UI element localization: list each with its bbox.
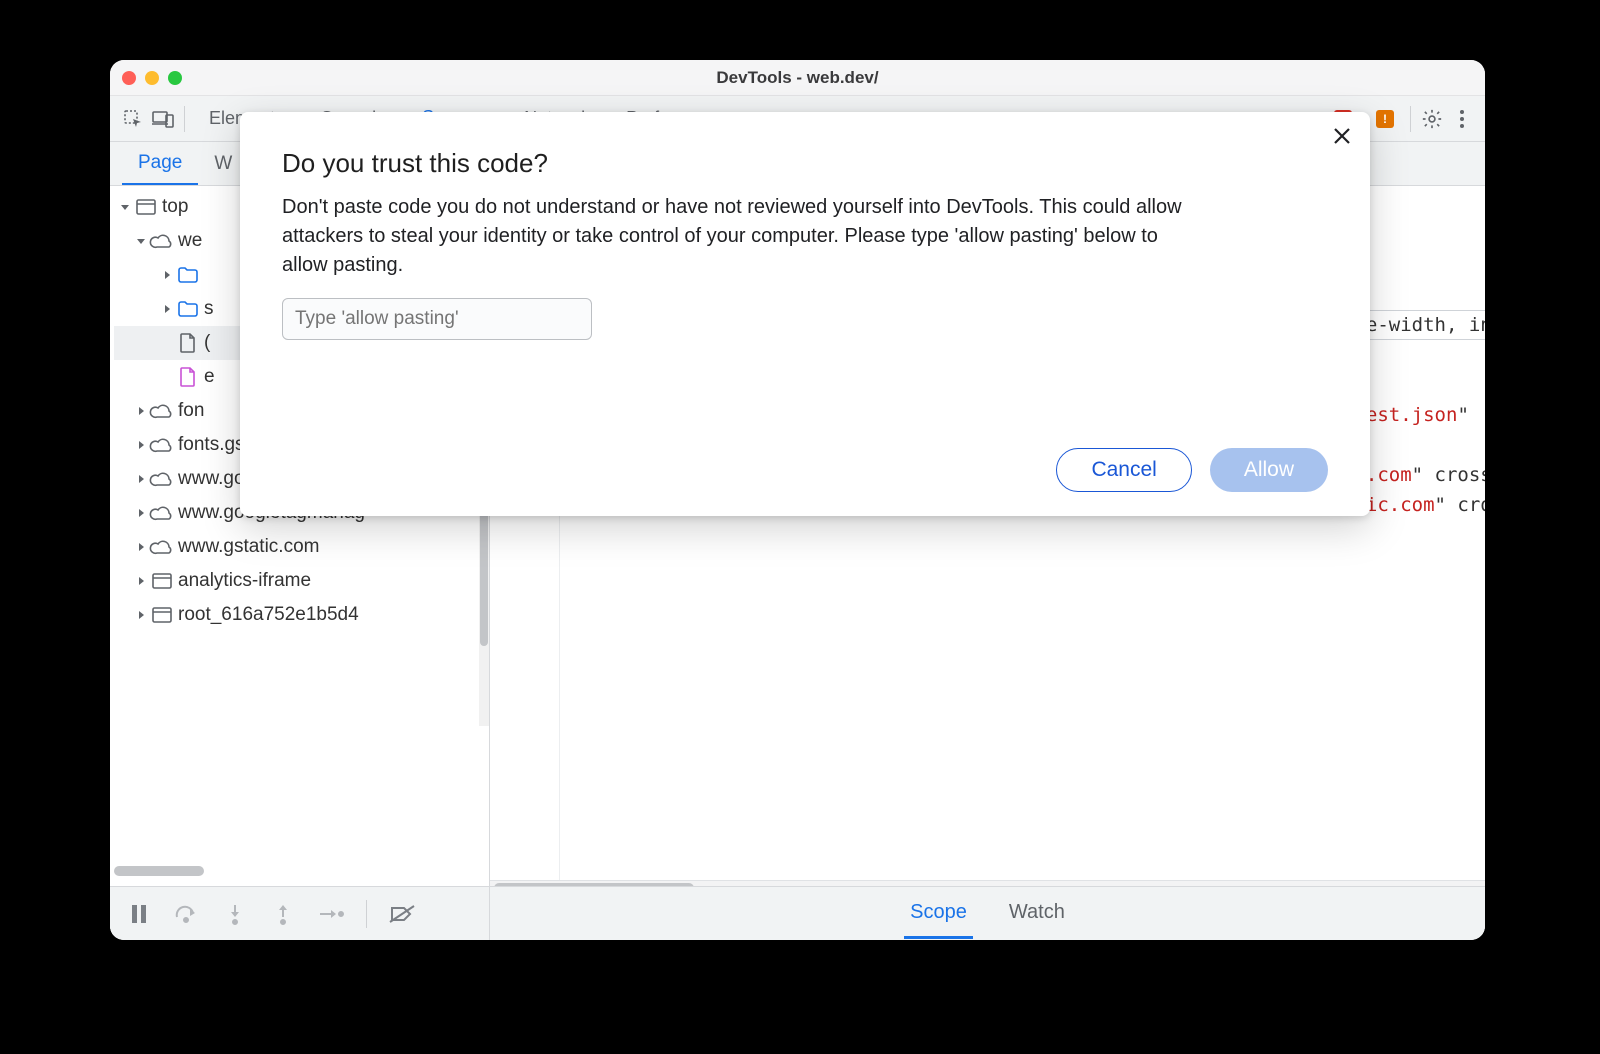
separator	[184, 106, 185, 132]
devtools-window: DevTools - web.dev/ Elements Console Sou…	[110, 60, 1485, 940]
disclosure-triangle-icon[interactable]	[136, 610, 146, 620]
window-icon	[152, 605, 172, 625]
tree-label: top	[162, 196, 188, 218]
dialog-close-icon[interactable]	[1328, 122, 1356, 150]
cloud-icon	[152, 435, 172, 455]
file-icon	[178, 333, 198, 353]
kebab-menu-icon[interactable]	[1447, 104, 1477, 134]
disclosure-triangle-icon[interactable]	[136, 474, 146, 484]
window-icon	[136, 197, 156, 217]
subtab-page[interactable]: Page	[122, 142, 198, 185]
device-toolbar-icon[interactable]	[148, 104, 178, 134]
titlebar: DevTools - web.dev/	[110, 60, 1485, 96]
disclosure-triangle-icon[interactable]	[136, 236, 146, 246]
debug-toolbar: Scope Watch	[110, 886, 1485, 940]
tree-label: e	[204, 366, 215, 388]
tree-row[interactable]: www.gstatic.com	[114, 530, 489, 564]
disclosure-triangle-icon[interactable]	[162, 372, 172, 382]
disclosure-triangle-icon[interactable]	[162, 270, 172, 280]
disclosure-triangle-icon[interactable]	[136, 508, 146, 518]
warning-badge[interactable]: !	[1376, 110, 1398, 128]
disclosure-triangle-icon[interactable]	[162, 338, 172, 348]
inspect-element-icon[interactable]	[118, 104, 148, 134]
folder-icon	[178, 265, 198, 285]
tree-label: (	[204, 332, 210, 354]
tab-scope[interactable]: Scope	[904, 889, 973, 939]
step-icon[interactable]	[318, 901, 344, 927]
tree-label: we	[178, 230, 202, 252]
cancel-button[interactable]: Cancel	[1056, 448, 1191, 492]
cloud-icon	[152, 537, 172, 557]
tree-row[interactable]: analytics-iframe	[114, 564, 489, 598]
window-icon	[152, 571, 172, 591]
tree-label: www.gstatic.com	[178, 536, 319, 558]
disclosure-triangle-icon[interactable]	[136, 406, 146, 416]
allow-button[interactable]: Allow	[1210, 448, 1328, 492]
cloud-icon	[152, 231, 172, 251]
pause-icon[interactable]	[126, 901, 152, 927]
tree-row[interactable]: root_616a752e1b5d4	[114, 598, 489, 632]
deactivate-breakpoints-icon[interactable]	[389, 901, 415, 927]
cloud-icon	[152, 469, 172, 489]
tree-label: s	[204, 298, 214, 320]
allow-pasting-input[interactable]	[282, 298, 592, 340]
tree-label: fon	[178, 400, 204, 422]
step-over-icon[interactable]	[174, 901, 200, 927]
tree-label: root_616a752e1b5d4	[178, 604, 359, 626]
sidebar-hscrollbar[interactable]	[114, 866, 204, 876]
disclosure-triangle-icon[interactable]	[136, 542, 146, 552]
separator	[1410, 106, 1411, 132]
cloud-icon	[152, 503, 172, 523]
tab-watch[interactable]: Watch	[1003, 889, 1071, 939]
settings-icon[interactable]	[1417, 104, 1447, 134]
trust-code-dialog: Do you trust this code? Don't paste code…	[240, 112, 1370, 516]
dialog-title: Do you trust this code?	[282, 148, 1328, 179]
disclosure-triangle-icon[interactable]	[162, 304, 172, 314]
disclosure-triangle-icon[interactable]	[120, 202, 130, 212]
dialog-body: Don't paste code you do not understand o…	[282, 193, 1182, 280]
separator	[366, 900, 367, 928]
disclosure-triangle-icon[interactable]	[136, 440, 146, 450]
tree-label: analytics-iframe	[178, 570, 311, 592]
debug-panel-tabs: Scope Watch	[490, 889, 1485, 939]
step-out-icon[interactable]	[270, 901, 296, 927]
warning-icon: !	[1376, 110, 1394, 128]
step-into-icon[interactable]	[222, 901, 248, 927]
cloud-icon	[152, 401, 172, 421]
folder-icon	[178, 299, 198, 319]
disclosure-triangle-icon[interactable]	[136, 576, 146, 586]
file-icon	[178, 367, 198, 387]
window-title: DevTools - web.dev/	[110, 68, 1485, 88]
